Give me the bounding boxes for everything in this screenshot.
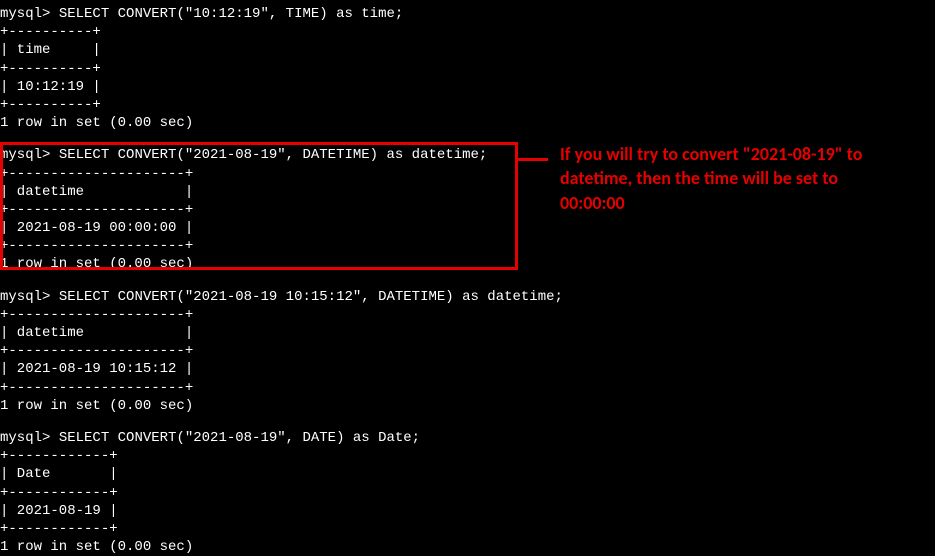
table-border: +---------------------+	[0, 343, 193, 359]
table-header: | time |	[0, 42, 101, 58]
sql-statement: SELECT CONVERT("10:12:19", TIME) as time…	[59, 6, 403, 22]
result-summary: 1 row in set (0.00 sec)	[0, 539, 193, 555]
table-border: +----------+	[0, 97, 101, 113]
table-border: +------------+	[0, 485, 118, 501]
table-header: | Date |	[0, 466, 118, 482]
result-summary: 1 row in set (0.00 sec)	[0, 398, 193, 414]
query-block-4: mysql> SELECT CONVERT("2021-08-19", DATE…	[0, 429, 935, 556]
table-border: +------------+	[0, 521, 118, 537]
sql-statement: SELECT CONVERT("2021-08-19", DATE) as Da…	[59, 430, 420, 446]
table-border: +---------------------+	[0, 380, 193, 396]
sql-statement: SELECT CONVERT("2021-08-19", DATETIME) a…	[59, 147, 487, 163]
table-row: | 2021-08-19 |	[0, 503, 118, 519]
table-border: +---------------------+	[0, 202, 193, 218]
table-border: +---------------------+	[0, 166, 193, 182]
query-block-1: mysql> SELECT CONVERT("10:12:19", TIME) …	[0, 5, 935, 132]
table-border: +---------------------+	[0, 238, 193, 254]
table-header: | datetime |	[0, 325, 193, 341]
table-row: | 2021-08-19 00:00:00 |	[0, 220, 193, 236]
table-border: +---------------------+	[0, 307, 193, 323]
mysql-prompt: mysql>	[0, 289, 50, 305]
table-border: +----------+	[0, 24, 101, 40]
mysql-prompt: mysql>	[0, 430, 50, 446]
mysql-prompt: mysql>	[0, 147, 50, 163]
table-border: +------------+	[0, 448, 118, 464]
query-block-3: mysql> SELECT CONVERT("2021-08-19 10:15:…	[0, 288, 935, 415]
table-row: | 10:12:19 |	[0, 79, 101, 95]
table-header: | datetime |	[0, 184, 193, 200]
sql-statement: SELECT CONVERT("2021-08-19 10:15:12", DA…	[59, 289, 563, 305]
table-border: +----------+	[0, 61, 101, 77]
result-summary: 1 row in set (0.00 sec)	[0, 115, 193, 131]
mysql-prompt: mysql>	[0, 6, 50, 22]
table-row: | 2021-08-19 10:15:12 |	[0, 361, 193, 377]
annotation-connector-line	[518, 158, 548, 161]
result-summary: 1 row in set (0.00 sec)	[0, 256, 193, 272]
annotation-callout: If you will try to convert "2021-08-19" …	[560, 142, 900, 215]
